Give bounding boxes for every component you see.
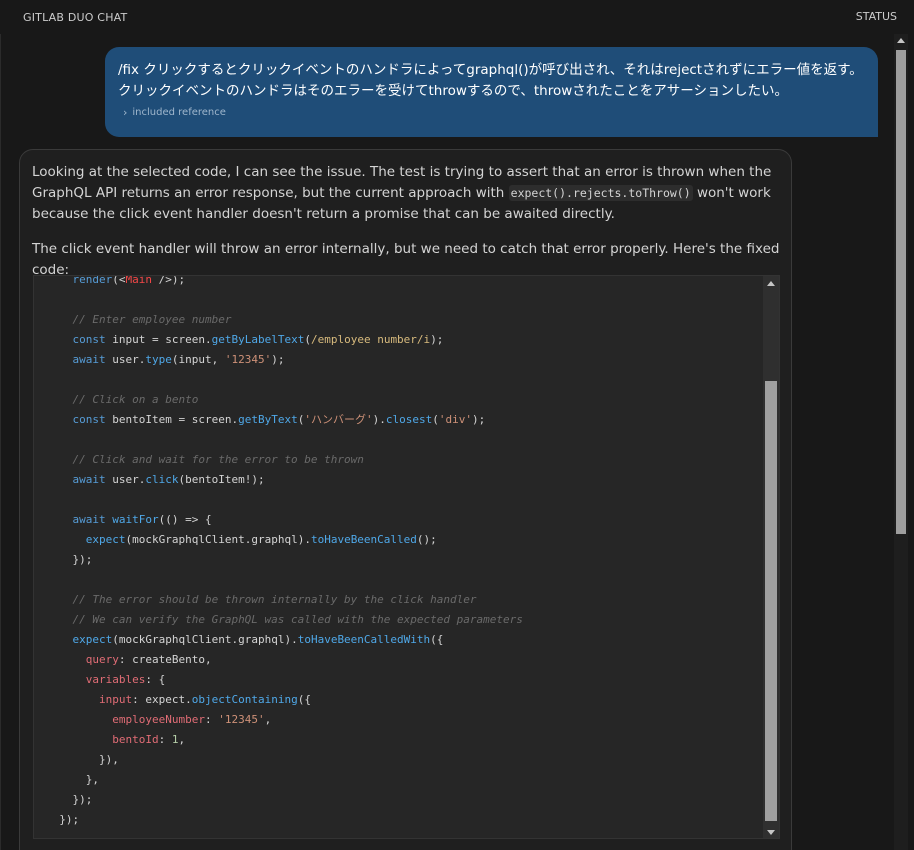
panel-scrollbar[interactable] (894, 34, 908, 850)
included-reference-toggle[interactable]: › included reference (118, 106, 864, 119)
code-scrollbar-thumb[interactable] (765, 381, 777, 821)
left-edge (0, 0, 1, 850)
assistant-message: Looking at the selected code, I can see … (19, 149, 792, 850)
assistant-paragraph-1: Looking at the selected code, I can see … (32, 162, 782, 225)
status-label[interactable]: STATUS (856, 10, 897, 23)
chevron-right-icon: › (123, 106, 128, 119)
user-message-text: /fix クリックするとクリックイベントのハンドラによってgraphql()が呼… (118, 62, 863, 99)
code-content: render(<Main />); // Enter employee numb… (59, 275, 523, 826)
user-message: /fix クリックするとクリックイベントのハンドラによってgraphql()が呼… (105, 47, 878, 137)
scroll-up-arrow-icon[interactable] (767, 281, 775, 286)
code-scrollbar[interactable] (763, 276, 779, 838)
panel-scrollbar-thumb[interactable] (896, 50, 906, 534)
panel-title: GITLAB DUO CHAT (23, 11, 128, 24)
inline-code: expect().rejects.toThrow() (508, 185, 693, 201)
included-reference-label: included reference (132, 107, 226, 118)
code-block[interactable]: render(<Main />); // Enter employee numb… (33, 275, 780, 839)
scroll-up-arrow-icon[interactable] (897, 38, 905, 43)
scroll-down-arrow-icon[interactable] (767, 830, 775, 835)
panel-header: GITLAB DUO CHAT STATUS (0, 0, 914, 34)
